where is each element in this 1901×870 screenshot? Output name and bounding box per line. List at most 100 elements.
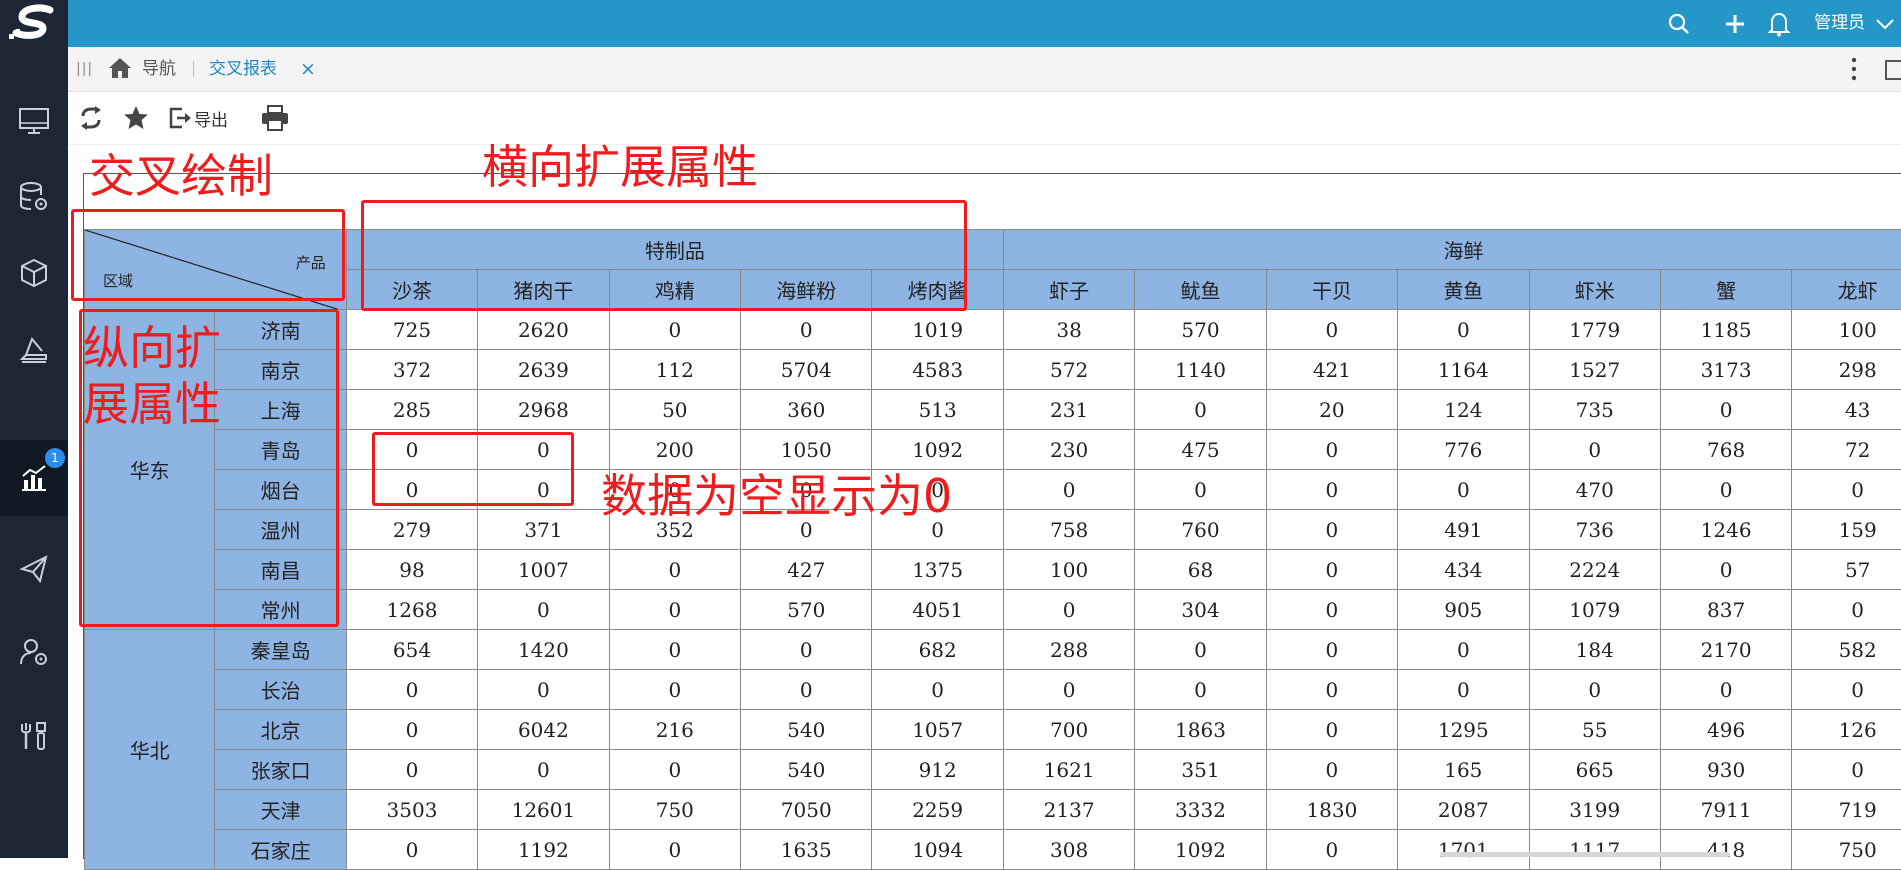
annotation-vertical-2: 展属性 (83, 378, 221, 430)
value-cell: 2639 (478, 350, 609, 390)
export-icon (168, 106, 192, 130)
value-cell: 0 (741, 310, 872, 350)
value-cell: 1635 (741, 830, 872, 870)
value-cell: 38 (1003, 310, 1134, 350)
horizontal-scrollbar[interactable] (1440, 852, 1730, 857)
value-cell: 68 (1135, 550, 1266, 590)
more-vertical-icon[interactable] (1849, 56, 1859, 86)
value-cell: 0 (346, 750, 477, 790)
bell-icon[interactable] (1764, 0, 1794, 47)
value-cell: 418 (1660, 830, 1791, 870)
value-cell: 0 (1266, 710, 1397, 750)
value-cell: 0 (478, 590, 609, 630)
refresh-icon[interactable] (80, 104, 102, 132)
value-cell: 0 (346, 670, 477, 710)
value-cell: 159 (1792, 510, 1901, 550)
home-icon[interactable] (108, 57, 132, 83)
value-cell: 2137 (1003, 790, 1134, 830)
city-cell: 石家庄 (215, 830, 346, 870)
report-body: 华东济南7252620001019385700017791185100南京372… (85, 310, 1901, 870)
value-cell: 760 (1135, 510, 1266, 550)
menu-collapse-icon[interactable]: ||| (76, 47, 93, 91)
table-row: 北京06042216540105770018630129555496126 (85, 710, 1901, 750)
value-cell: 100 (1003, 550, 1134, 590)
value-cell: 216 (609, 710, 740, 750)
value-cell: 0 (1003, 470, 1134, 510)
value-cell: 0 (609, 310, 740, 350)
annotation-box-cross (71, 209, 345, 301)
value-cell: 165 (1398, 750, 1529, 790)
value-cell: 434 (1398, 550, 1529, 590)
export-button[interactable]: 导出 (168, 104, 228, 132)
annotation-horizontal: 横向扩展属性 (482, 141, 758, 193)
value-cell: 1621 (1003, 750, 1134, 790)
value-cell: 0 (1266, 550, 1397, 590)
tools-icon[interactable] (0, 698, 68, 774)
value-cell: 1375 (872, 550, 1003, 590)
tab-nav[interactable]: 导航 (142, 47, 176, 91)
value-cell: 2259 (872, 790, 1003, 830)
value-cell: 298 (1792, 350, 1901, 390)
star-icon[interactable] (123, 104, 149, 132)
value-cell: 0 (1266, 830, 1397, 870)
report-icon[interactable]: 1 (0, 440, 68, 516)
value-cell: 0 (1660, 470, 1791, 510)
value-cell: 2224 (1529, 550, 1660, 590)
window-icon[interactable] (1885, 60, 1901, 80)
value-cell: 3199 (1529, 790, 1660, 830)
value-cell: 750 (1792, 830, 1901, 870)
chevron-down-icon[interactable] (1872, 0, 1898, 47)
database-settings-icon[interactable] (0, 159, 68, 235)
value-cell: 285 (346, 390, 477, 430)
value-cell: 750 (609, 790, 740, 830)
table-row: 烟台00000000047000 (85, 470, 1901, 510)
value-cell: 0 (1792, 470, 1901, 510)
value-cell: 124 (1398, 390, 1529, 430)
value-cell: 1527 (1529, 350, 1660, 390)
table-row: 南京37226391125704458357211404211164152731… (85, 350, 1901, 390)
value-cell: 55 (1529, 710, 1660, 750)
tab-close-icon[interactable]: × (300, 47, 316, 91)
value-cell: 0 (1266, 750, 1397, 790)
tab-bar: ||| 导航 交叉报表 × (68, 47, 1901, 92)
value-cell: 3332 (1135, 790, 1266, 830)
value-cell: 540 (741, 750, 872, 790)
value-cell: 736 (1529, 510, 1660, 550)
value-cell: 0 (1266, 670, 1397, 710)
value-cell: 12601 (478, 790, 609, 830)
table-row: 常州12680057040510304090510798370 (85, 590, 1901, 630)
value-cell: 1007 (478, 550, 609, 590)
value-cell: 0 (346, 710, 477, 750)
city-cell: 秦皇岛 (215, 630, 346, 670)
value-cell: 1117 (1529, 830, 1660, 870)
annotation-box-horizontal (361, 200, 967, 311)
table-row: 南昌981007042713751006804342224057 (85, 550, 1901, 590)
print-icon[interactable] (261, 104, 289, 132)
logo[interactable] (0, 0, 68, 47)
tab-cross-report[interactable]: 交叉报表 (209, 47, 277, 91)
search-icon[interactable] (1664, 0, 1694, 47)
value-cell: 570 (741, 590, 872, 630)
value-cell: 654 (346, 630, 477, 670)
app-logo-icon (6, 4, 62, 44)
monitor-icon[interactable] (0, 83, 68, 159)
value-cell: 665 (1529, 750, 1660, 790)
value-cell: 572 (1003, 350, 1134, 390)
design-icon[interactable] (0, 311, 68, 387)
value-cell: 0 (1792, 590, 1901, 630)
user-settings-icon[interactable] (0, 614, 68, 690)
send-icon[interactable] (0, 531, 68, 607)
value-cell: 351 (1135, 750, 1266, 790)
cube-icon[interactable] (0, 235, 68, 311)
value-cell: 0 (478, 750, 609, 790)
value-cell: 930 (1660, 750, 1791, 790)
value-cell: 0 (1398, 310, 1529, 350)
value-cell: 491 (1398, 510, 1529, 550)
user-name[interactable]: 管理员 (1814, 0, 1865, 47)
value-cell: 72 (1792, 430, 1901, 470)
plus-icon[interactable] (1720, 0, 1750, 47)
product-header: 龙虾 (1792, 270, 1901, 310)
table-row: 华北秦皇岛6541420006822880001842170582 (85, 630, 1901, 670)
value-cell: 1268 (346, 590, 477, 630)
value-cell: 1863 (1135, 710, 1266, 750)
